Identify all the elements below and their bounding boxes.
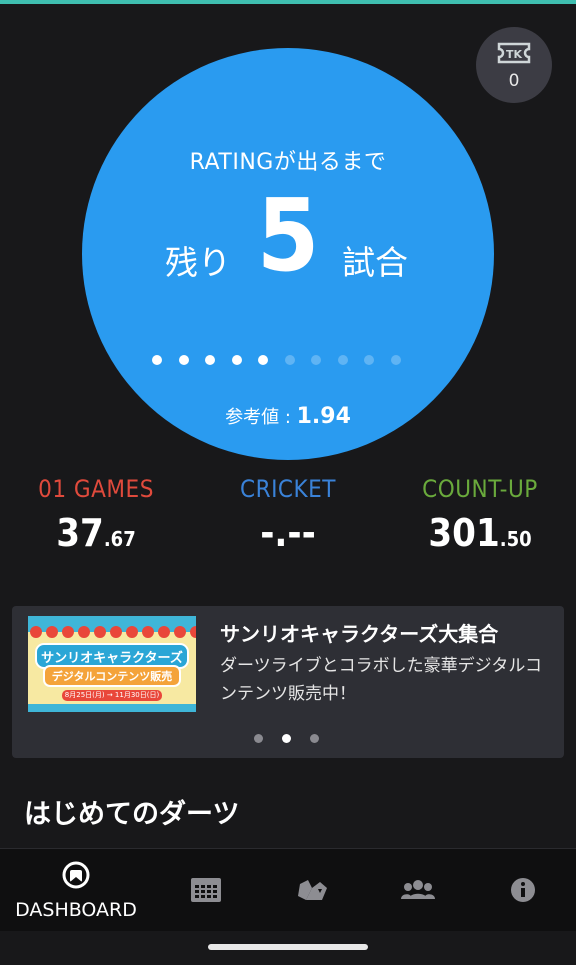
stat-value-dec: .50 [499, 527, 532, 551]
svg-text:TK: TK [506, 48, 523, 61]
promo-title: サンリオキャラクターズ大集合 [220, 622, 499, 646]
nav-map[interactable] [260, 849, 368, 931]
promo-page-dot[interactable] [310, 734, 319, 743]
reference-value-row: 参考値 : 1.94 [82, 403, 494, 429]
nav-dashboard-label: DASHBOARD [15, 899, 137, 921]
rating-progress-dot [337, 355, 348, 365]
dashboard-icon [62, 861, 90, 889]
stat-label: CRICKET [239, 475, 336, 503]
nav-calendar[interactable] [152, 849, 260, 931]
stat-value-int: 301 [428, 511, 500, 555]
nav-friends[interactable] [368, 849, 468, 931]
rating-progress-dot [178, 355, 189, 365]
reference-label: 参考値 : [225, 407, 297, 428]
stat-value-int: 37 [56, 511, 104, 555]
rating-caption: RATINGが出るまで [189, 150, 387, 175]
rating-progress-dots [152, 355, 424, 371]
ticket-count: 0 [508, 71, 520, 91]
rating-progress-circle: RATINGが出るまで 残り 5 試合 参考値 : 1.94 [82, 48, 494, 460]
home-indicator[interactable] [208, 944, 368, 950]
top-accent-line [0, 0, 576, 4]
nav-dashboard[interactable]: DASHBOARD [0, 849, 152, 931]
remaining-prefix: 残り [165, 243, 231, 282]
section-title: はじめてのダーツ [24, 799, 240, 830]
calendar-icon [191, 878, 221, 902]
stats-row: 01 GAMES 37.67 CRICKET -.-- COUNT-UP 301… [0, 475, 576, 565]
rating-progress-dot [284, 355, 295, 365]
stat-value: 37.67 [0, 511, 192, 555]
promo-page-indicator[interactable] [254, 734, 324, 744]
stat-01-games[interactable]: 01 GAMES 37.67 [0, 475, 192, 555]
promo-banner[interactable]: サンリオキャラクターズ デジタルコンテンツ販売 8月25日(月) → 11月30… [12, 606, 564, 758]
bottom-navigation: DASHBOARD [0, 848, 576, 931]
stat-label: COUNT-UP [422, 475, 538, 503]
nav-info[interactable] [468, 849, 576, 931]
ticket-icon: TK [497, 42, 531, 64]
stat-value-int: -.-- [260, 511, 316, 555]
stat-value-dec: .67 [103, 527, 136, 551]
stat-cricket[interactable]: CRICKET -.-- [192, 475, 384, 555]
rating-progress-dot [258, 355, 268, 365]
promo-thumbnail: サンリオキャラクターズ デジタルコンテンツ販売 8月25日(月) → 11月30… [28, 616, 196, 712]
remaining-games-count: 5 [256, 177, 320, 294]
promo-thumbnail-line1: サンリオキャラクターズ [41, 651, 183, 666]
stat-value: 301.50 [384, 511, 576, 555]
stat-count-up[interactable]: COUNT-UP 301.50 [384, 475, 576, 555]
stat-label: 01 GAMES [38, 475, 154, 503]
rating-progress-dot [231, 355, 242, 365]
promo-page-dot[interactable] [254, 734, 263, 743]
remaining-suffix: 試合 [342, 243, 408, 282]
info-icon [511, 878, 535, 902]
promo-text: ダーツライブとコラボした豪華デジタルコンテンツ販売中！ [220, 656, 542, 704]
rating-progress-dot [152, 355, 162, 365]
map-icon [298, 880, 327, 900]
promo-page-dot[interactable] [282, 734, 291, 743]
rating-progress-dot [364, 355, 374, 365]
rating-progress-dot [390, 355, 401, 365]
friends-icon [401, 880, 435, 899]
stat-value: -.-- [192, 511, 384, 555]
promo-thumbnail-line2: デジタルコンテンツ販売 [51, 670, 173, 683]
reference-value: 1.94 [296, 404, 351, 429]
promo-thumbnail-date: 8月25日(月) → 11月30日(日) [64, 691, 160, 699]
rating-progress-dot [311, 355, 321, 365]
rating-progress-dot [205, 355, 215, 365]
ticket-button[interactable]: TK 0 [476, 27, 552, 103]
